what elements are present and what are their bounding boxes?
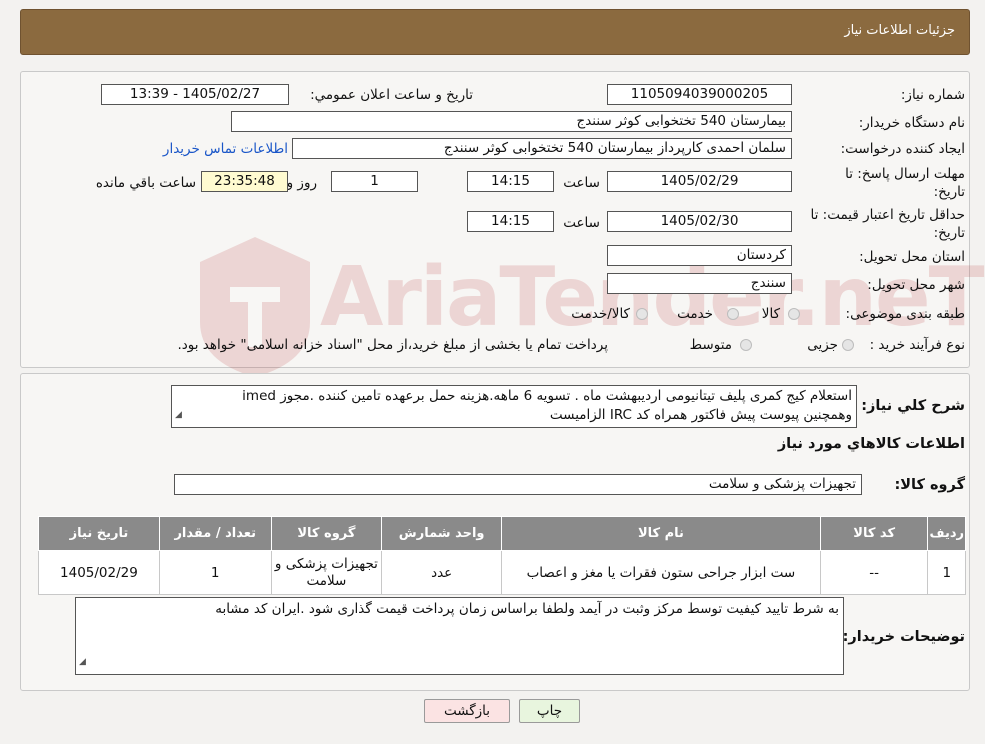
category-radio-service[interactable] xyxy=(727,308,739,320)
goods-table: رديف کد کالا نام کالا واحد شمارش گروه کا… xyxy=(38,516,966,595)
goods-section-title: اطلاعات کالاهاي مورد نياز xyxy=(777,436,965,452)
back-button[interactable]: بازگشت xyxy=(424,699,510,723)
reply-time-label: ساعت xyxy=(563,175,600,191)
page-title: جزئیات اطلاعات نیاز xyxy=(844,23,955,38)
cell-code: -- xyxy=(819,550,929,595)
description-line-1: استعلام کیج کمری پلیف تیتانیومی اردیبهشت… xyxy=(242,388,852,404)
resize-grip-icon[interactable]: ◢ xyxy=(175,406,182,425)
goods-table-header: رديف کد کالا نام کالا واحد شمارش گروه کا… xyxy=(38,516,966,551)
process-option-minor: جزیی xyxy=(807,337,838,353)
creator-field: سلمان احمدی کارپرداز بیمارستان 540 تختخو… xyxy=(292,138,792,159)
cell-qty: 1 xyxy=(158,550,272,595)
category-option-goods: کالا xyxy=(761,306,780,322)
price-validity-label: حداقل تاریخ اعتبار قیمت: تا xyxy=(810,207,965,223)
price-validity-time-label: ساعت xyxy=(563,215,600,231)
reply-deadline-label-2: تاریخ: xyxy=(933,184,965,200)
price-validity-label-2: تاریخ: xyxy=(933,225,965,241)
col-group: گروه کالا xyxy=(270,516,383,551)
description-label: شرح کلي نياز: xyxy=(861,398,965,414)
print-button[interactable]: چاپ xyxy=(519,699,580,723)
buyer-org-label: نام دستگاه خريدار: xyxy=(858,115,965,131)
col-code: کد کالا xyxy=(819,516,929,551)
process-radio-minor[interactable] xyxy=(842,339,854,351)
cell-name: ست ابزار جراحی ستون فقرات یا مغز و اعصاب xyxy=(501,550,821,595)
col-index: رديف xyxy=(927,516,966,551)
reply-date-field: 1405/02/29 xyxy=(607,171,792,192)
process-radio-medium[interactable] xyxy=(740,339,752,351)
category-radio-goods-service[interactable] xyxy=(636,308,648,320)
cell-date: 1405/02/29 xyxy=(38,550,160,595)
price-validity-date-field: 1405/02/30 xyxy=(607,211,792,232)
category-option-goods-service: کالا/خدمت xyxy=(571,306,630,322)
goods-group-field: تجهیزات پزشکی و سلامت xyxy=(174,474,862,495)
category-radio-goods[interactable] xyxy=(788,308,800,320)
province-field: کردستان xyxy=(607,245,792,266)
col-date: تاریخ نیاز xyxy=(38,516,160,551)
description-field: استعلام کیج کمری پلیف تیتانیومی اردیبهشت… xyxy=(171,385,857,428)
page-header: جزئیات اطلاعات نیاز xyxy=(20,9,970,55)
process-payment-note: پرداخت تمام یا بخشی از مبلغ خرید،از محل … xyxy=(177,337,608,353)
buyer-notes-text: به شرط تایید کیفیت توسط مرکز وثبت در آیم… xyxy=(215,601,839,617)
table-row: 1 -- ست ابزار جراحی ستون فقرات یا مغز و … xyxy=(38,550,966,595)
col-unit: واحد شمارش xyxy=(381,516,502,551)
need-number-label: شماره نیاز: xyxy=(900,87,965,103)
days-label: روز و xyxy=(286,175,317,191)
remaining-time-label: ساعت باقي مانده xyxy=(95,175,196,191)
price-validity-time-field: 14:15 xyxy=(467,211,554,232)
creator-label: ایجاد کننده درخواست: xyxy=(840,141,965,157)
buyer-notes-field: به شرط تایید کیفیت توسط مرکز وثبت در آیم… xyxy=(75,597,844,675)
cell-index: 1 xyxy=(927,550,966,595)
description-line-2: وهمچنین پیوست پیش فاکتور همراه کد IRC ال… xyxy=(549,407,852,423)
reply-time-field: 14:15 xyxy=(467,171,554,192)
remaining-time-field: 23:35:48 xyxy=(201,171,288,192)
announce-datetime-label: تاریخ و ساعت اعلان عمومي: xyxy=(310,87,473,103)
process-option-medium: متوسط xyxy=(689,337,732,353)
category-label: طبقه بندی موضوعی: xyxy=(845,306,965,322)
reply-deadline-label: مهلت ارسال پاسخ: تا xyxy=(845,166,965,182)
cell-group: تجهیزات پزشکی و سلامت xyxy=(270,550,383,595)
remaining-days-field: 1 xyxy=(331,171,418,192)
resize-grip-icon[interactable]: ◢ xyxy=(79,653,86,672)
need-number-field: 1105094039000205 xyxy=(607,84,792,105)
city-field: سنندج xyxy=(607,273,792,294)
buyer-contact-link[interactable]: اطلاعات تماس خریدار xyxy=(163,141,288,157)
announce-datetime-field: 1405/02/27 - 13:39 xyxy=(101,84,289,105)
col-name: نام کالا xyxy=(501,516,821,551)
cell-unit: عدد xyxy=(381,550,502,595)
city-label: شهر محل تحویل: xyxy=(867,277,965,293)
category-option-service: خدمت xyxy=(677,306,713,322)
goods-group-label: گروه کالا: xyxy=(894,477,965,493)
buyer-org-field: بیمارستان 540 تختخوابی کوثر سنندج xyxy=(231,111,792,132)
process-type-label: نوع فرآیند خرید : xyxy=(869,337,965,353)
buyer-notes-label: توضیحات خریدار: xyxy=(842,629,965,645)
col-qty: تعداد / مقدار xyxy=(158,516,272,551)
province-label: استان محل تحویل: xyxy=(859,249,965,265)
